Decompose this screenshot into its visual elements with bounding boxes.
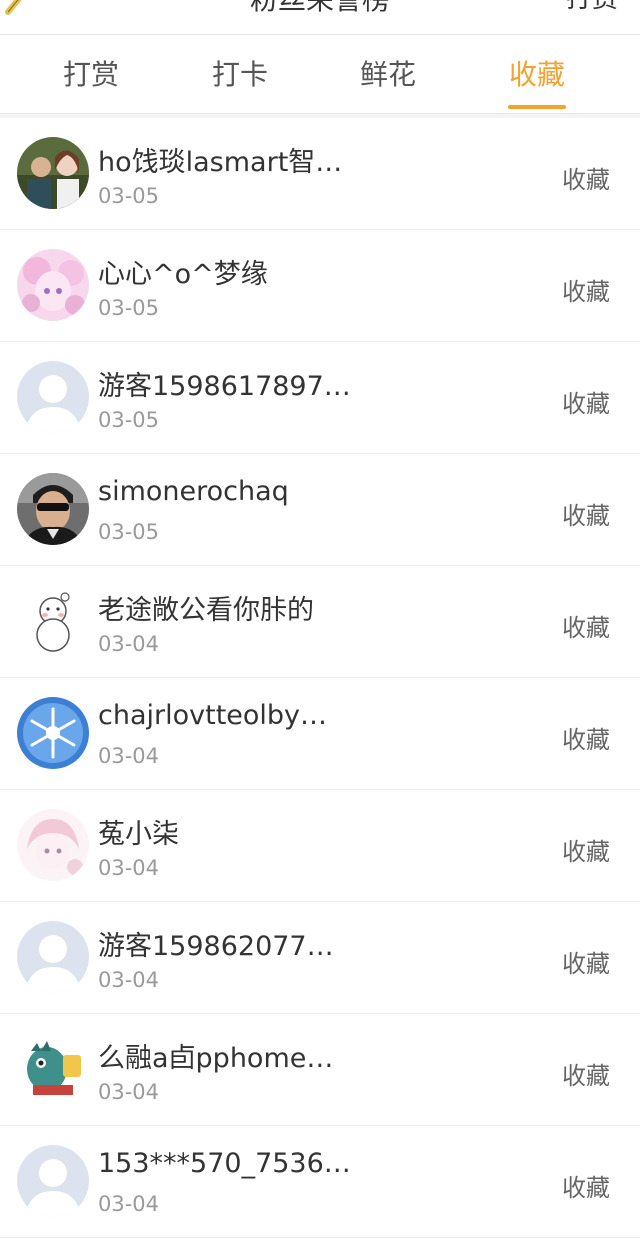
tab-label: 打卡 <box>211 58 268 91</box>
tab-favorites[interactable]: 收藏 <box>477 35 597 113</box>
tab-label: 打赏 <box>62 58 119 91</box>
list-item[interactable]: simonerochaq 03-05 收藏 <box>0 454 640 566</box>
anime-pink-avatar-icon <box>17 249 89 321</box>
avatar[interactable] <box>17 137 89 209</box>
action-type: 收藏 <box>562 1174 610 1202</box>
tab-label: 收藏 <box>508 58 565 91</box>
user-date: 03-04 <box>98 744 160 768</box>
action-type: 收藏 <box>562 838 610 866</box>
user-date: 03-05 <box>98 184 160 208</box>
avatar[interactable] <box>17 1033 89 1105</box>
top-nav-bar: 粉丝荣誉榜 打赏 <box>0 0 640 35</box>
user-date: 03-04 <box>98 856 160 880</box>
user-date: 03-05 <box>98 408 160 432</box>
user-name: 么融a卣pphome… <box>98 1043 334 1074</box>
list-item[interactable]: 153***570_7536… 03-04 收藏 <box>0 1126 640 1238</box>
tab-flowers[interactable]: 鲜花 <box>328 35 448 113</box>
tab-bar: 打赏 打卡 鲜花 收藏 <box>0 35 640 114</box>
page-title: 粉丝荣誉榜 <box>0 0 640 18</box>
active-tab-indicator <box>508 105 566 109</box>
user-date: 03-04 <box>98 1080 160 1104</box>
list-item[interactable]: chajrlovtteolby… 03-04 收藏 <box>0 678 640 790</box>
snowman-sketch-avatar-icon <box>17 585 89 657</box>
list-item[interactable]: 老途敞公看你胩的 03-04 收藏 <box>0 566 640 678</box>
user-date: 03-05 <box>98 520 160 544</box>
avatar[interactable] <box>17 921 89 993</box>
list-item[interactable]: 心心^o^梦缘 03-05 收藏 <box>0 230 640 342</box>
fan-list: ho饯琰lasmart智… 03-05 收藏 心心^o^梦缘 03-05 收藏 <box>0 118 640 1238</box>
anime-light-avatar-icon <box>17 809 89 881</box>
tab-checkin[interactable]: 打卡 <box>180 35 300 113</box>
avatar[interactable] <box>17 809 89 881</box>
tab-reward[interactable]: 打赏 <box>31 35 151 113</box>
action-type: 收藏 <box>562 726 610 754</box>
sunglasses-photo-avatar-icon <box>17 473 89 545</box>
user-name: 心心^o^梦缘 <box>98 259 268 290</box>
avatar[interactable] <box>17 361 89 433</box>
action-type: 收藏 <box>562 1062 610 1090</box>
user-date: 03-04 <box>98 632 160 656</box>
tab-label: 鲜花 <box>359 58 416 91</box>
list-item[interactable]: ho饯琰lasmart智… 03-05 收藏 <box>0 118 640 230</box>
user-date: 03-04 <box>98 1192 160 1216</box>
user-name: ho饯琰lasmart智… <box>98 147 343 178</box>
avatar[interactable] <box>17 249 89 321</box>
user-date: 03-05 <box>98 296 160 320</box>
default-avatar-icon <box>17 361 89 433</box>
action-type: 收藏 <box>562 390 610 418</box>
action-type: 收藏 <box>562 614 610 642</box>
cartoon-monster-avatar-icon <box>17 1033 89 1105</box>
reward-button[interactable]: 打赏 <box>566 0 618 15</box>
action-type: 收藏 <box>562 278 610 306</box>
photo-avatar-icon <box>17 137 89 209</box>
action-type: 收藏 <box>562 950 610 978</box>
user-date: 03-04 <box>98 968 160 992</box>
user-name: 老途敞公看你胩的 <box>98 595 314 626</box>
avatar[interactable] <box>17 697 89 769</box>
user-name: chajrlovtteolby… <box>98 700 328 731</box>
list-item[interactable]: 游客1598617897… 03-05 收藏 <box>0 342 640 454</box>
action-type: 收藏 <box>562 166 610 194</box>
action-type: 收藏 <box>562 502 610 530</box>
list-item[interactable]: 菟小柒 03-04 收藏 <box>0 790 640 902</box>
default-avatar-icon <box>17 921 89 993</box>
user-name: 菟小柒 <box>98 819 179 850</box>
snowflake-avatar-icon <box>17 697 89 769</box>
list-item[interactable]: 游客159862077… 03-04 收藏 <box>0 902 640 1014</box>
avatar[interactable] <box>17 585 89 657</box>
default-avatar-icon <box>17 1145 89 1217</box>
user-name: simonerochaq <box>98 476 289 507</box>
avatar[interactable] <box>17 473 89 545</box>
avatar[interactable] <box>17 1145 89 1217</box>
list-item[interactable]: 么融a卣pphome… 03-04 收藏 <box>0 1014 640 1126</box>
user-name: 游客1598617897… <box>98 371 351 402</box>
user-name: 游客159862077… <box>98 931 334 962</box>
user-name: 153***570_7536… <box>98 1148 351 1179</box>
